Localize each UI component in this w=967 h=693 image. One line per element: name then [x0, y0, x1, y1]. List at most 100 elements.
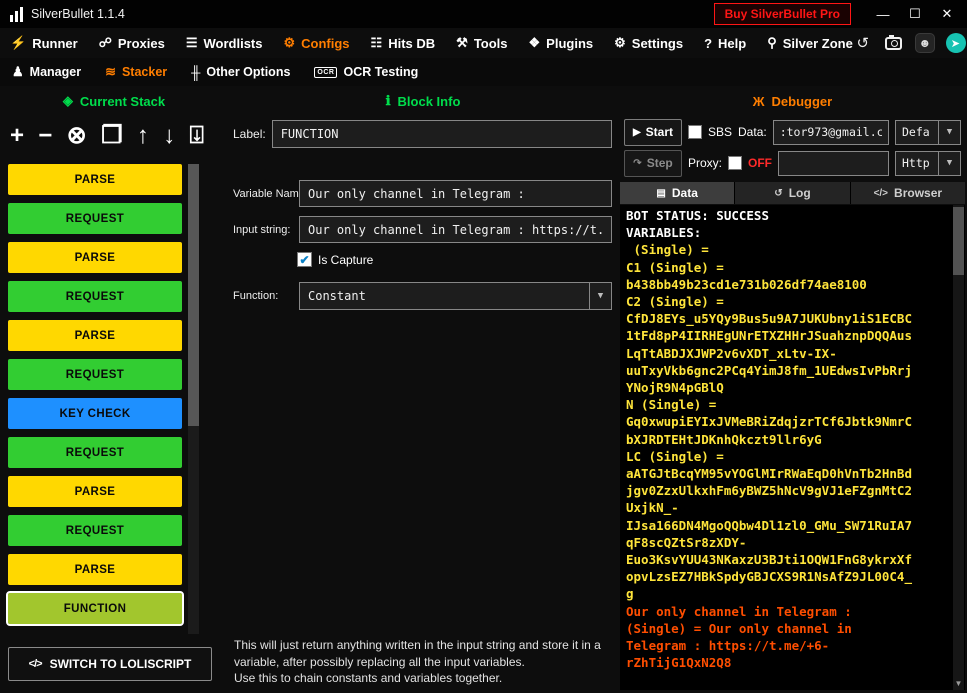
- silver-zone-icon: ⚲: [767, 35, 777, 51]
- proxy-checkbox[interactable]: [728, 156, 742, 170]
- stack-block-parse[interactable]: PARSE: [8, 164, 182, 195]
- titlebar: SilverBullet 1.1.4 Buy SilverBullet Pro …: [0, 0, 967, 28]
- menu-item-runner[interactable]: ⚡Runner: [10, 35, 78, 51]
- start-button-label: Start: [646, 125, 673, 139]
- console-line: VARIABLES:: [626, 224, 959, 241]
- menu-item-hits-db[interactable]: ☷Hits DB: [371, 35, 436, 51]
- switch-loliscript-label: SWITCH TO LOLISCRIPT: [50, 657, 192, 671]
- submenu-item-other-options[interactable]: ╫Other Options: [191, 65, 290, 80]
- menu-item-configs[interactable]: ⚙Configs: [284, 35, 350, 51]
- console-line: N (Single) =: [626, 396, 959, 413]
- stack-icon: ◈: [63, 93, 73, 109]
- stacker-icon: ≋: [105, 64, 116, 80]
- console-line: LC (Single) =: [626, 448, 959, 465]
- sbs-label: SBS: [708, 125, 732, 139]
- variable-name-input[interactable]: [299, 180, 612, 207]
- console-line: C2 (Single) =: [626, 293, 959, 310]
- label-field-row: Label:: [233, 120, 612, 148]
- menu-item-proxies[interactable]: ☍Proxies: [99, 35, 165, 51]
- step-button[interactable]: ↷ Step: [624, 150, 682, 177]
- tab-data[interactable]: ▤Data: [620, 182, 735, 204]
- menubar-right-icons: ↺ ☻ ➤: [853, 33, 966, 53]
- menu-item-settings[interactable]: ⚙Settings: [614, 35, 683, 51]
- stack-block-request[interactable]: REQUEST: [8, 281, 182, 312]
- clear-stack-button[interactable]: ⊗: [67, 124, 87, 148]
- console-line: jgv0ZzxUlkxhFm6yBWZ5hNcV9gVJ1eFZgnMtC2: [626, 482, 959, 499]
- console-line: uuTxyVkb6gnc2PCq4YimJ8fm_1UEdwsIvPbRrj: [626, 362, 959, 379]
- menu-item-plugins[interactable]: ❖Plugins: [529, 35, 594, 51]
- console-scrollbar[interactable]: ▼: [953, 205, 964, 690]
- tab-browser[interactable]: </>Browser: [851, 182, 965, 204]
- check-icon: ✔: [299, 254, 309, 266]
- buy-pro-button[interactable]: Buy SilverBullet Pro: [714, 3, 851, 25]
- menu-item-help[interactable]: ?Help: [704, 36, 746, 51]
- discord-icon[interactable]: ☻: [915, 33, 935, 53]
- stack-scrollbar[interactable]: [188, 164, 199, 634]
- scrollbar-thumb[interactable]: [953, 207, 964, 275]
- telegram-icon[interactable]: ➤: [946, 33, 966, 53]
- clone-block-button[interactable]: ❐: [101, 124, 123, 148]
- add-block-button[interactable]: +: [10, 124, 24, 148]
- console-line: LqTtABDJXJWP2v6vXDT_xLtv-IX-: [626, 345, 959, 362]
- block-info-title: Block Info: [398, 94, 461, 109]
- move-down-button[interactable]: ↓: [163, 124, 175, 148]
- stack-block-request[interactable]: REQUEST: [8, 437, 182, 468]
- scrollbar-thumb[interactable]: [188, 164, 199, 426]
- stack-block-function[interactable]: FUNCTION: [8, 593, 182, 624]
- tab-label: Log: [789, 186, 811, 200]
- tab-label: Browser: [894, 186, 942, 200]
- proxy-type-dropdown[interactable]: Http ▼: [895, 151, 961, 176]
- minimize-button[interactable]: —: [867, 0, 899, 28]
- stack-block-request[interactable]: REQUEST: [8, 203, 182, 234]
- stack-block-parse[interactable]: PARSE: [8, 554, 182, 585]
- console-line: bXJRDTEHtJDKnhQkczt9llr6yG: [626, 431, 959, 448]
- label-input[interactable]: [272, 120, 612, 148]
- console-line: Gq0xwupiEYIxJVMeBRiZdqjzrTCf6Jbtk9NmrC: [626, 413, 959, 430]
- submenu-item-ocr-testing[interactable]: OCROCR Testing: [314, 65, 418, 79]
- menu-item-tools[interactable]: ⚒Tools: [456, 35, 507, 51]
- scroll-down-icon[interactable]: ▼: [953, 679, 964, 688]
- play-icon: ▶: [633, 127, 641, 138]
- menubar-items: ⚡Runner ☍Proxies ☰Wordlists ⚙Configs ☷Hits D…: [10, 35, 853, 51]
- step-icon: ↷: [633, 158, 641, 169]
- function-description: This will just return anything written i…: [234, 637, 610, 687]
- menubar: ⚡Runner ☍Proxies ☰Wordlists ⚙Configs ☷Hits D…: [0, 28, 967, 58]
- function-row: Function: Constant ▼: [233, 282, 612, 310]
- submenu-item-manager[interactable]: ♟Manager: [12, 64, 81, 80]
- move-up-button[interactable]: ↑: [137, 124, 149, 148]
- menu-item-wordlists[interactable]: ☰Wordlists: [186, 35, 263, 51]
- stack-block-parse[interactable]: PARSE: [8, 476, 182, 507]
- is-capture-checkbox[interactable]: ✔: [297, 252, 312, 267]
- stack-toolbar: +−⊗ ❐ ↑ ↓ ⍗: [0, 116, 214, 156]
- tab-log[interactable]: ↺Log: [735, 182, 850, 204]
- current-stack-title: Current Stack: [80, 94, 165, 109]
- history-icon[interactable]: ↺: [853, 33, 873, 53]
- switch-loliscript-button[interactable]: </> SWITCH TO LOLISCRIPT: [8, 647, 212, 681]
- start-button[interactable]: ▶ Start: [624, 119, 682, 146]
- function-label: Function:: [233, 290, 293, 302]
- screenshot-icon[interactable]: [884, 33, 904, 53]
- wordlist-type-dropdown[interactable]: Defa ▼: [895, 120, 961, 145]
- variable-name-row: Variable Name:: [233, 180, 612, 207]
- app-title: SilverBullet 1.1.4: [31, 7, 125, 21]
- menu-item-silver-zone[interactable]: ⚲Silver Zone: [767, 35, 853, 51]
- function-dropdown[interactable]: Constant ▼: [299, 282, 612, 310]
- remove-block-button[interactable]: −: [38, 124, 52, 148]
- function-description-line1: This will just return anything written i…: [234, 637, 610, 670]
- console-line: b438bb49b23cd1e731b026df74ae8100: [626, 276, 959, 293]
- stack-block-request[interactable]: REQUEST: [8, 515, 182, 546]
- input-string-input[interactable]: [299, 216, 612, 243]
- save-stack-button[interactable]: ⍗: [190, 124, 204, 148]
- stack-block-parse[interactable]: PARSE: [8, 320, 182, 351]
- maximize-button[interactable]: ☐: [899, 0, 931, 28]
- close-button[interactable]: ✕: [931, 0, 963, 28]
- proxy-input[interactable]: [778, 151, 889, 176]
- submenu-item-stacker[interactable]: ≋Stacker: [105, 64, 167, 80]
- stack-block-request[interactable]: REQUEST: [8, 359, 182, 390]
- sbs-checkbox[interactable]: [688, 125, 702, 139]
- stack-block-key-check[interactable]: KEY CHECK: [8, 398, 182, 429]
- function-dropdown-value: Constant: [308, 289, 366, 303]
- step-button-label: Step: [647, 156, 673, 170]
- data-input[interactable]: [773, 120, 889, 145]
- stack-block-parse[interactable]: PARSE: [8, 242, 182, 273]
